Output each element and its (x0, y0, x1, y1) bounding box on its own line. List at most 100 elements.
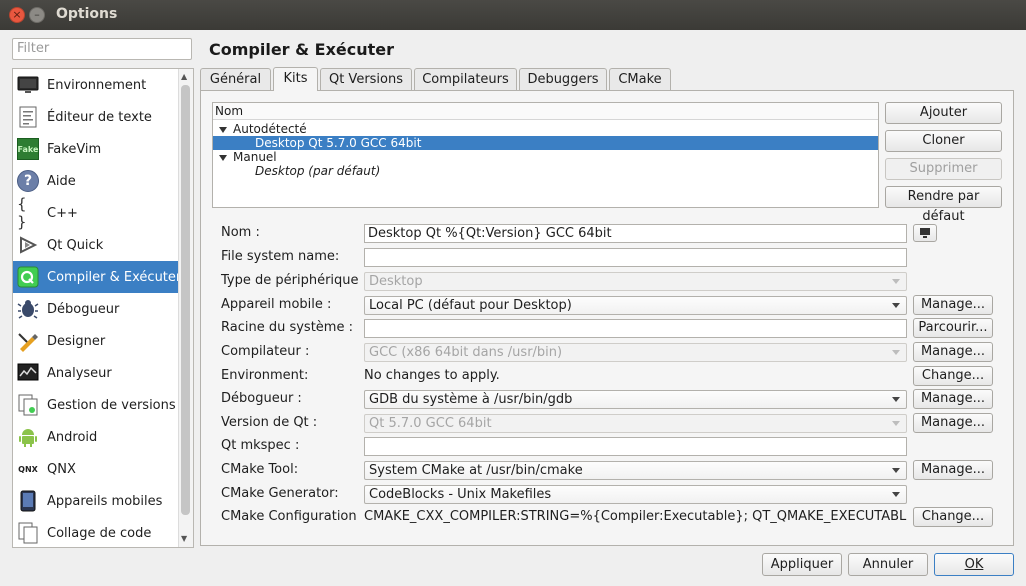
ok-button[interactable]: OK (934, 553, 1014, 576)
expand-arrow-icon[interactable] (219, 126, 227, 133)
sidebar-item-designer[interactable]: Designer (13, 325, 179, 357)
sysroot-label: Racine du système : (221, 320, 353, 335)
debugger-label: Débogueur : (221, 391, 302, 406)
help-glyph: ? (23, 173, 33, 189)
chevron-down-icon (892, 279, 900, 284)
qt-quick-icon (17, 234, 39, 256)
cpp-glyph: { } (17, 195, 27, 231)
cmake-generator-combo[interactable]: CodeBlocks - Unix Makefiles (364, 485, 907, 504)
qt-mkspec-label: Qt mkspec : (221, 438, 300, 453)
qt-version-label: Version de Qt : (221, 415, 318, 430)
sidebar-item-debogueur[interactable]: Débogueur (13, 293, 179, 325)
tree-group-manual[interactable]: Manuel (213, 150, 878, 164)
kit-name-input[interactable]: Desktop Qt %{Qt:Version} GCC 64bit (364, 224, 907, 243)
sysroot-input[interactable] (364, 319, 907, 338)
remove-kit-button[interactable]: Supprimer (885, 158, 1002, 180)
window-minimize-button[interactable]: – (29, 7, 45, 23)
kit-icon-button[interactable] (913, 224, 937, 242)
fakevim-glyph: Fake (17, 144, 39, 154)
manage-qt-version-button[interactable]: Manage... (913, 413, 993, 433)
device-combo[interactable]: Local PC (défaut pour Desktop) (364, 296, 907, 315)
build-run-icon (17, 266, 39, 288)
scrollbar-thumb[interactable] (181, 85, 190, 515)
apply-button[interactable]: Appliquer (762, 553, 842, 576)
expand-arrow-icon[interactable] (219, 154, 227, 161)
chevron-down-icon (892, 350, 900, 355)
sidebar-item-editeur-de-texte[interactable]: Éditeur de texte (13, 101, 179, 133)
tab-debuggers[interactable]: Debuggers (519, 68, 607, 90)
qnx-icon: QNX (17, 458, 39, 480)
cpp-braces-icon: { } (17, 195, 39, 231)
qt-version-combo[interactable]: Qt 5.7.0 GCC 64bit (364, 414, 907, 433)
compiler-label: Compilateur : (221, 344, 310, 359)
page-title: Compiler & Exécuter (209, 40, 395, 59)
manage-device-button[interactable]: Manage... (913, 295, 993, 315)
code-paste-icon (17, 522, 39, 544)
android-icon (17, 426, 39, 448)
sidebar-item-gestion-de-versions[interactable]: Gestion de versions (13, 389, 179, 421)
clone-kit-button[interactable]: Cloner (885, 130, 1002, 152)
sidebar-item-collage-de-code[interactable]: Collage de code (13, 517, 179, 547)
qt-mkspec-input[interactable] (364, 437, 907, 456)
cancel-button[interactable]: Annuler (848, 553, 928, 576)
help-icon: ? (17, 170, 39, 192)
device-label: Appareil mobile : (221, 297, 332, 312)
name-label: Nom : (221, 225, 260, 240)
window-close-button[interactable]: × (9, 7, 25, 23)
cmake-config-value: CMAKE_CXX_COMPILER:STRING=%{Compiler:Exe… (364, 509, 907, 524)
analyzer-icon (17, 362, 39, 384)
scroll-up-icon[interactable]: ▲ (181, 72, 187, 81)
chevron-down-icon (892, 468, 900, 473)
tree-item-desktop-qt[interactable]: Desktop Qt 5.7.0 GCC 64bit (213, 136, 878, 150)
sidebar-item-environnement[interactable]: Environnement (13, 69, 179, 101)
tree-item-desktop-default[interactable]: Desktop (par défaut) (213, 164, 878, 178)
cmake-tool-combo[interactable]: System CMake at /usr/bin/cmake (364, 461, 907, 480)
tab-kits[interactable]: Kits (273, 67, 318, 91)
tab-general[interactable]: Général (200, 68, 271, 90)
fakevim-icon: Fake (17, 138, 39, 160)
compiler-combo[interactable]: GCC (x86 64bit dans /usr/bin) (364, 343, 907, 362)
text-editor-icon (17, 106, 39, 128)
change-environment-button[interactable]: Change... (913, 366, 993, 386)
sidebar-item-analyseur[interactable]: Analyseur (13, 357, 179, 389)
browse-sysroot-button[interactable]: Parcourir... (913, 318, 993, 338)
tree-header-name[interactable]: Nom (213, 103, 878, 120)
add-kit-button[interactable]: Ajouter (885, 102, 1002, 124)
sidebar-item-fakevim[interactable]: Fake FakeVim (13, 133, 179, 165)
device-type-combo[interactable]: Desktop (364, 272, 907, 291)
cmake-tool-label: CMake Tool: (221, 462, 299, 477)
sidebar-item-qnx[interactable]: QNX QNX (13, 453, 179, 485)
device-type-label: Type de périphérique : (221, 273, 368, 288)
sidebar-item-android[interactable]: Android (13, 421, 179, 453)
manage-cmake-tool-button[interactable]: Manage... (913, 460, 993, 480)
make-default-button[interactable]: Rendre par défaut (885, 186, 1002, 224)
sidebar-item-compiler-executer[interactable]: Compiler & Exécuter (13, 261, 181, 293)
debugger-combo[interactable]: GDB du système à /usr/bin/gdb (364, 390, 907, 409)
cmake-generator-label: CMake Generator: (221, 486, 339, 501)
sidebar-item-appareils-mobiles[interactable]: Appareils mobiles (13, 485, 179, 517)
manage-debugger-button[interactable]: Manage... (913, 389, 993, 409)
sidebar-item-aide[interactable]: ? Aide (13, 165, 179, 197)
tab-qt-versions[interactable]: Qt Versions (320, 68, 412, 90)
environment-value: No changes to apply. (364, 368, 500, 383)
scroll-down-icon[interactable]: ▼ (181, 534, 187, 543)
sidebar-item-cpp[interactable]: { } C++ (13, 195, 179, 231)
designer-icon (17, 330, 39, 352)
monitor-icon (17, 74, 39, 96)
tab-cmake[interactable]: CMake (609, 68, 671, 90)
tree-group-autodetected[interactable]: Autodétecté (213, 122, 878, 136)
sidebar-item-qt-quick[interactable]: Qt Quick (13, 229, 179, 261)
kits-tree[interactable]: Nom Autodétecté Desktop Qt 5.7.0 GCC 64b… (212, 102, 879, 208)
filter-input[interactable]: Filter (12, 38, 192, 60)
mobile-device-icon (17, 490, 39, 512)
manage-compiler-button[interactable]: Manage... (913, 342, 993, 362)
chevron-down-icon (892, 421, 900, 426)
tab-compilateurs[interactable]: Compilateurs (414, 68, 517, 90)
fs-name-label: File system name: (221, 249, 340, 264)
version-control-icon (17, 394, 39, 416)
category-scrollbar[interactable]: ▲ ▼ (178, 69, 193, 547)
fs-name-input[interactable] (364, 248, 907, 267)
qnx-glyph: QNX (18, 464, 38, 474)
change-cmake-config-button[interactable]: Change... (913, 507, 993, 527)
cmake-config-label: CMake Configuration (221, 509, 357, 524)
